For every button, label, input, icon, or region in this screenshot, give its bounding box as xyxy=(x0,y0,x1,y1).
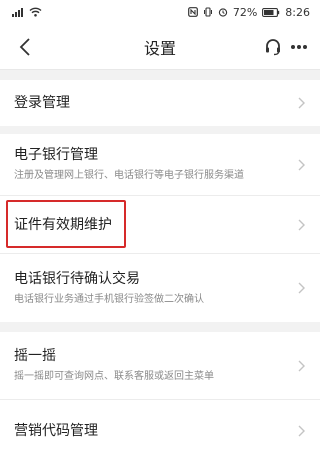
back-button[interactable] xyxy=(10,32,40,62)
chevron-left-icon xyxy=(19,38,30,56)
menu-item-label: 证件有效期维护 xyxy=(14,216,112,233)
nav-bar: 设置 xyxy=(0,24,320,70)
nfc-icon xyxy=(187,7,198,17)
chevron-right-icon xyxy=(298,219,305,230)
settings-group-3: 摇一摇 摇一摇即可查询网点、联系客服或返回主菜单 营销代码管理 xyxy=(0,332,320,461)
chevron-right-icon xyxy=(298,360,305,371)
vibrate-icon xyxy=(203,7,212,17)
chevron-right-icon xyxy=(298,159,305,170)
battery-icon xyxy=(262,7,280,17)
clock: 8:26 xyxy=(285,5,310,19)
menu-item-label: 摇一摇 xyxy=(14,348,56,364)
chevron-right-icon xyxy=(298,97,305,109)
menu-item-login-management[interactable]: 登录管理 xyxy=(0,80,320,126)
menu-item-description: 注册及管理网上银行、电话银行等电子银行服务渠道 xyxy=(14,170,244,181)
chevron-right-icon xyxy=(298,425,305,436)
menu-item-label: 电话银行待确认交易 xyxy=(14,270,140,287)
menu-item-marketing-code-management[interactable]: 营销代码管理 xyxy=(0,400,320,461)
menu-item-id-validity-maintenance[interactable]: 证件有效期维护 xyxy=(0,196,320,254)
chevron-right-icon xyxy=(298,282,305,294)
settings-group-2: 电子银行管理 注册及管理网上银行、电话银行等电子银行服务渠道 证件有效期维护 电… xyxy=(0,134,320,322)
battery-percent: 72% xyxy=(232,5,258,19)
headset-icon xyxy=(266,39,280,56)
menu-item-shake[interactable]: 摇一摇 摇一摇即可查询网点、联系客服或返回主菜单 xyxy=(0,332,320,400)
signal-icon xyxy=(12,7,23,17)
menu-item-label: 登录管理 xyxy=(14,95,70,111)
wifi-icon xyxy=(29,7,42,17)
menu-item-description: 摇一摇即可查询网点、联系客服或返回主菜单 xyxy=(14,371,214,382)
status-bar: 72% 8:26 xyxy=(0,0,320,24)
menu-item-phone-bank-pending-confirmation[interactable]: 电话银行待确认交易 电话银行业务通过手机银行验签做二次确认 xyxy=(0,254,320,322)
more-button[interactable] xyxy=(286,34,312,60)
more-horizontal-icon xyxy=(291,45,307,49)
menu-item-label: 电子银行管理 xyxy=(14,147,98,163)
menu-item-label: 营销代码管理 xyxy=(14,422,98,439)
alarm-icon xyxy=(218,8,227,17)
settings-group-1: 登录管理 xyxy=(0,80,320,126)
customer-service-button[interactable] xyxy=(260,34,286,60)
menu-item-ebank-management[interactable]: 电子银行管理 注册及管理网上银行、电话银行等电子银行服务渠道 xyxy=(0,134,320,196)
menu-item-description: 电话银行业务通过手机银行验签做二次确认 xyxy=(14,293,204,305)
